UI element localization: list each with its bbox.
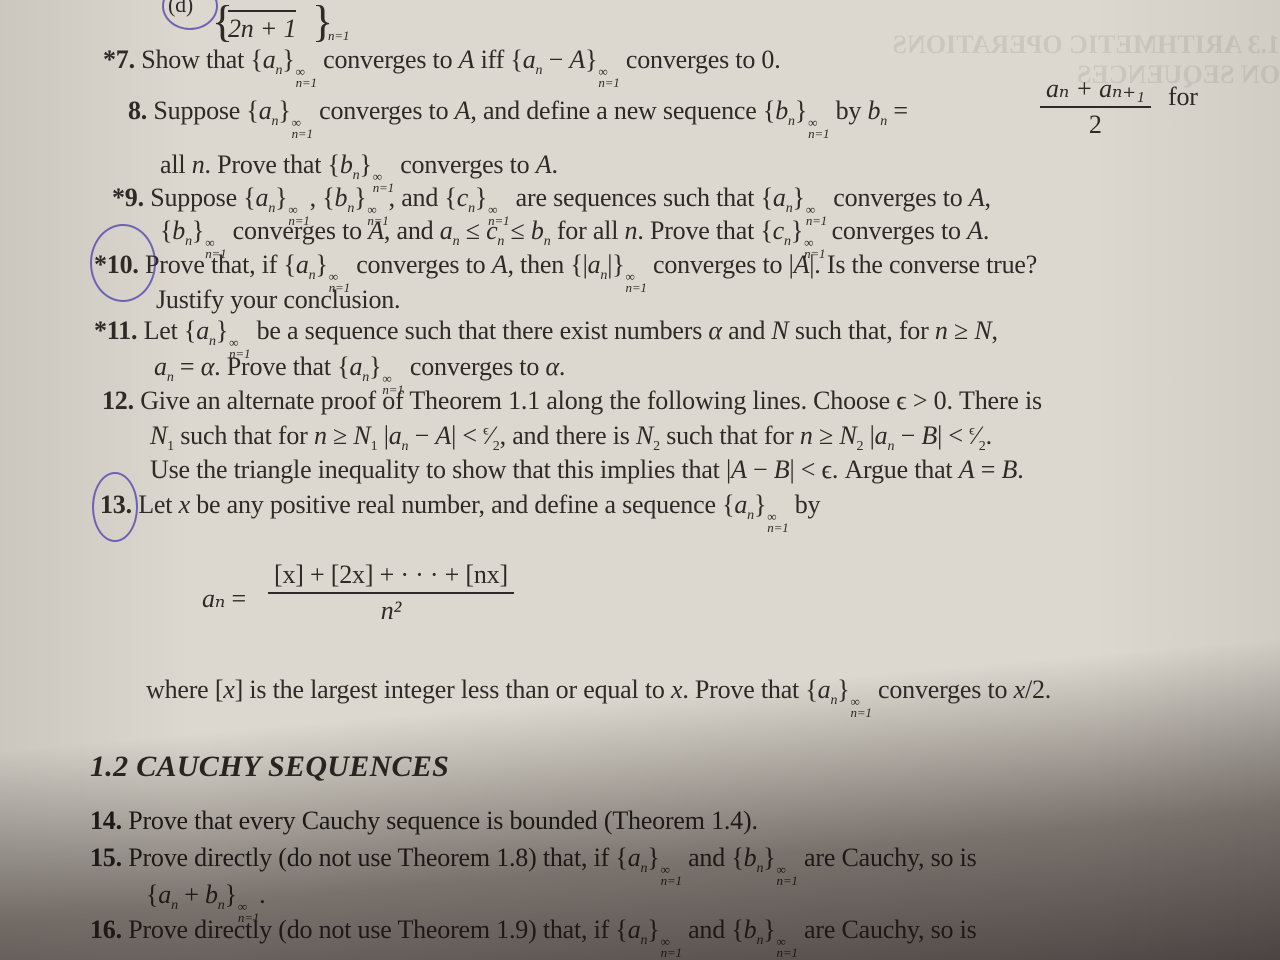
subscript: n=1 <box>328 28 350 43</box>
problem-13-line-2: where [x] is the largest integer less th… <box>146 675 1052 720</box>
problem-14: 14. Prove that every Cauchy sequence is … <box>90 806 758 835</box>
problem-number: *11. <box>94 316 138 345</box>
word-for: for <box>1168 82 1198 111</box>
section-heading: 1.2 CAUCHY SEQUENCES <box>90 750 450 783</box>
part-label-d: (d) <box>168 0 194 17</box>
problem-12: 12. Give an alternate proof of Theorem 1… <box>102 386 1042 415</box>
formula-fraction: [x] + [2x] + · · · + [nx] n² <box>268 560 514 626</box>
formula-lhs: aₙ = <box>202 584 246 613</box>
problem-number: 15. <box>90 843 122 872</box>
problem-10-line-2: Justify your conclusion. <box>156 285 401 314</box>
problem-number: *7. <box>103 45 135 74</box>
fraction-denominator: 2n + 1 <box>228 10 297 44</box>
problem-13: 13. Let x be any positive real number, a… <box>100 490 821 535</box>
textbook-page: 1.3 ARITHMETIC OPERATIONS ON SEQUENCES (… <box>0 0 1280 960</box>
problem-number: 13. <box>100 490 132 519</box>
problem-number: 16. <box>90 915 122 944</box>
problem-number: *9. <box>112 183 144 212</box>
problem-number: 8. <box>128 96 148 125</box>
problem-12-line-2: N1 such that for n ≥ N1 |an − A| < ϵ⁄2, … <box>150 421 992 455</box>
problem-8: 8. Suppose {an} ∞ n=1 converges to A, and … <box>128 96 908 141</box>
problem-number: 14. <box>90 806 122 835</box>
problem-7: *7. Show that {an} ∞ n=1 converges to A if… <box>103 45 781 90</box>
problem-number: *10. <box>94 250 139 279</box>
fraction-bn: aₙ + aₙ₊₁ 2 <box>1040 74 1151 140</box>
problem-16: 16. Prove directly (do not use Theorem 1… <box>90 915 977 960</box>
problem-number: 12. <box>102 386 134 415</box>
problem-12-line-3: Use the triangle inequality to show that… <box>150 455 1024 484</box>
